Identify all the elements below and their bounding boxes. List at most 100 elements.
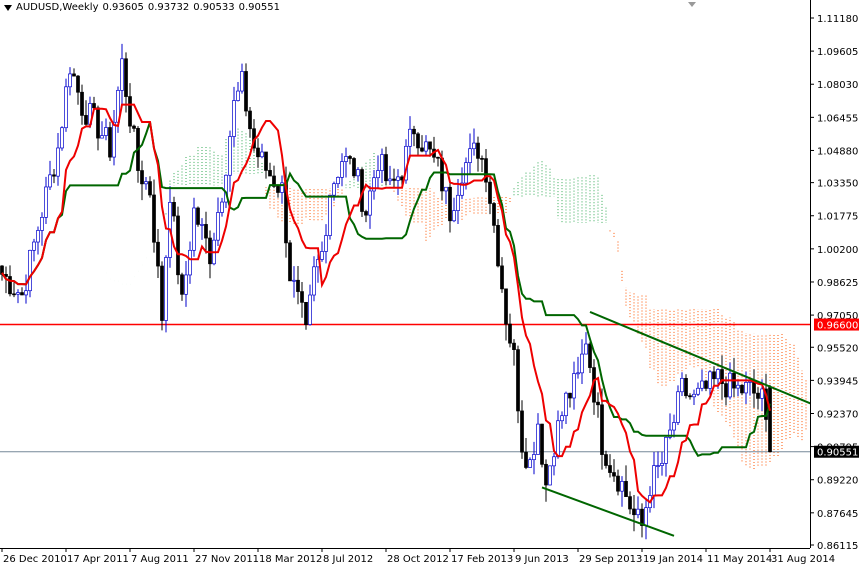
bull-candle — [636, 508, 640, 516]
y-tick-label: 0.92370 — [817, 409, 858, 420]
bear-candle — [300, 291, 304, 303]
x-tick-label: 26 Dec 2010 — [3, 554, 67, 565]
bull-candle — [368, 190, 372, 216]
y-tick-label: 1.00200 — [817, 245, 858, 256]
bull-candle — [112, 121, 116, 158]
bull-candle — [652, 465, 656, 496]
x-tick-label: 18 Mar 2012 — [259, 554, 322, 565]
bull-candle — [44, 186, 48, 218]
bull-candle — [672, 422, 676, 431]
x-tick-label: 7 Aug 2011 — [131, 554, 189, 565]
bull-candle — [56, 147, 60, 177]
bear-candle — [176, 215, 180, 276]
bull-candle — [220, 201, 224, 213]
bull-candle — [356, 169, 360, 177]
bull-candle — [320, 251, 324, 260]
bull-candle — [644, 507, 648, 526]
close-value: 0.90551 — [238, 2, 280, 13]
bull-candle — [532, 454, 536, 461]
bear-candle — [476, 142, 480, 159]
bull-candle — [308, 294, 312, 325]
bull-candle — [324, 235, 328, 252]
bear-candle — [392, 178, 396, 181]
x-tick-label: 17 Apr 2011 — [67, 554, 129, 565]
bull-candle — [312, 266, 316, 296]
bull-candle — [456, 194, 460, 211]
bull-candle — [60, 127, 64, 149]
bear-candle — [412, 128, 416, 135]
bull-candle — [32, 241, 36, 251]
open-value: 0.93605 — [102, 2, 144, 13]
bear-candle — [364, 211, 368, 216]
bear-candle — [768, 387, 772, 453]
bull-candle — [16, 292, 20, 295]
bull-candle — [700, 380, 704, 389]
x-tick-label: 8 Jul 2012 — [323, 554, 373, 565]
bear-candle — [612, 472, 616, 477]
bear-candle — [588, 343, 592, 368]
bull-candle — [576, 372, 580, 375]
bull-candle — [380, 154, 384, 171]
bear-candle — [604, 454, 608, 466]
bull-candle — [692, 393, 696, 398]
bull-candle — [232, 100, 236, 137]
bull-candle — [468, 148, 472, 163]
bull-candle — [236, 90, 240, 101]
bear-candle — [632, 508, 636, 516]
bear-candle — [304, 302, 308, 325]
price-chart[interactable]: 1.11180 1.09605 1.08030 1.06455 1.04880 1.033… — [0, 0, 859, 565]
y-tick-label: 0.86115 — [817, 541, 858, 552]
bear-candle — [440, 157, 444, 192]
x-tick-label: 31 Aug 2014 — [771, 554, 835, 565]
bull-candle — [228, 136, 232, 176]
chart-header: AUDUSD,Weekly 0.93605 0.93732 0.90533 0.… — [4, 2, 280, 13]
bull-candle — [344, 156, 348, 162]
bear-candle — [288, 242, 292, 282]
x-tick-label: 11 May 2014 — [707, 554, 772, 565]
bear-candle — [480, 158, 484, 160]
bull-candle — [48, 174, 52, 188]
bear-candle — [348, 156, 352, 159]
bull-candle — [680, 378, 684, 393]
bear-candle — [20, 292, 24, 296]
bear-candle — [276, 186, 280, 193]
bear-candle — [428, 141, 432, 150]
y-tick-label: 0.89220 — [817, 476, 858, 487]
bear-candle — [512, 342, 516, 350]
bear-candle — [268, 170, 272, 177]
bear-candle — [520, 410, 524, 453]
bear-candle — [500, 265, 504, 290]
bull-candle — [676, 391, 680, 423]
x-tick-label: 28 Oct 2012 — [387, 554, 449, 565]
bull-candle — [660, 463, 664, 466]
bull-candle — [64, 86, 68, 129]
y-tick-label: 0.93945 — [817, 376, 858, 387]
y-tick-label: 1.08030 — [817, 80, 858, 91]
bear-candle — [596, 401, 600, 406]
bear-candle — [172, 202, 176, 217]
bear-candle — [156, 241, 160, 267]
bear-candle — [448, 186, 452, 222]
bear-candle — [264, 151, 268, 171]
bull-candle — [708, 371, 712, 389]
x-tick-label: 17 Feb 2013 — [451, 554, 513, 565]
bull-candle — [736, 384, 740, 389]
bull-candle — [464, 162, 468, 184]
bull-candle — [424, 141, 428, 152]
bear-candle — [712, 371, 716, 380]
bear-candle — [52, 174, 56, 177]
bull-candle — [24, 290, 28, 296]
y-tick-label: 1.03350 — [817, 179, 858, 190]
bull-candle — [376, 170, 380, 179]
bear-candle — [684, 378, 688, 397]
bear-candle — [508, 323, 512, 344]
bull-candle — [68, 73, 72, 88]
price-label: 0.90551 — [817, 448, 858, 459]
bear-candle — [160, 265, 164, 321]
bull-candle — [656, 465, 660, 467]
bear-candle — [624, 481, 628, 497]
bear-candle — [628, 496, 632, 510]
bull-candle — [564, 392, 568, 417]
bear-candle — [416, 133, 420, 149]
bull-candle — [472, 142, 476, 150]
